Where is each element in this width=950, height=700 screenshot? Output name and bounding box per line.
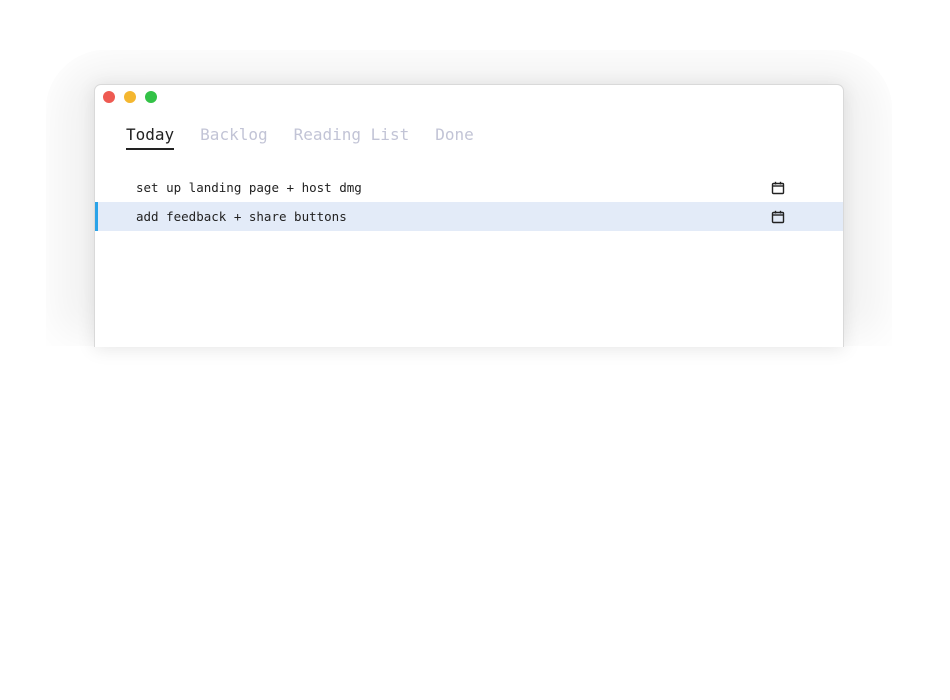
window-controls xyxy=(103,91,157,103)
task-list: set up landing page + host dmg add feedb… xyxy=(95,173,843,231)
calendar-icon[interactable] xyxy=(771,181,785,195)
tab-bar: Today Backlog Reading List Done xyxy=(126,125,500,150)
tab-today[interactable]: Today xyxy=(126,125,175,150)
tab-backlog[interactable]: Backlog xyxy=(200,125,267,150)
task-text: add feedback + share buttons xyxy=(136,209,347,224)
zoom-window-button[interactable] xyxy=(145,91,157,103)
close-window-button[interactable] xyxy=(103,91,115,103)
task-text: set up landing page + host dmg xyxy=(136,180,362,195)
tab-reading-list[interactable]: Reading List xyxy=(294,125,410,150)
task-row-selected[interactable]: add feedback + share buttons xyxy=(95,202,843,231)
calendar-icon[interactable] xyxy=(771,210,785,224)
minimize-window-button[interactable] xyxy=(124,91,136,103)
task-row[interactable]: set up landing page + host dmg xyxy=(95,173,843,202)
tab-done[interactable]: Done xyxy=(435,125,474,150)
app-window: Today Backlog Reading List Done set up l… xyxy=(94,84,844,347)
